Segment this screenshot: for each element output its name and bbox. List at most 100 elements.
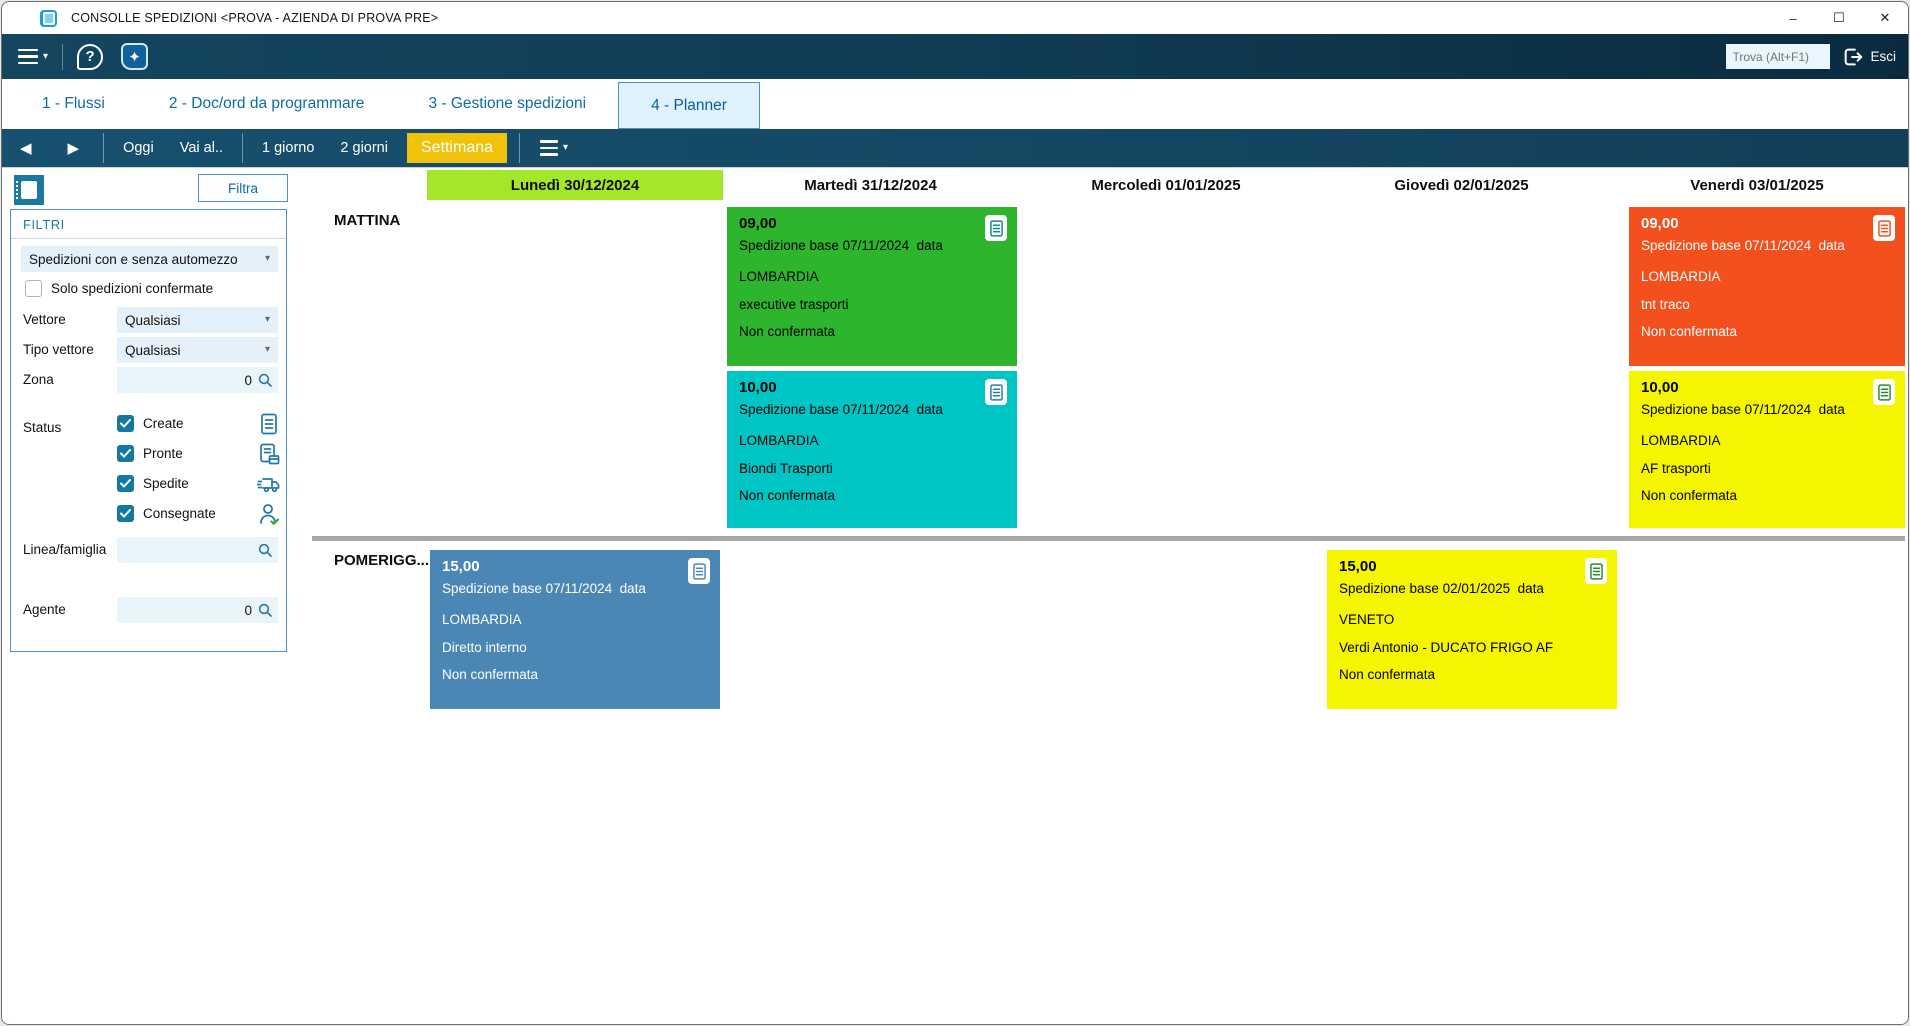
day-header-thursday[interactable]: Giovedì 02/01/2025	[1314, 170, 1609, 200]
checkbox-checked-icon	[117, 475, 134, 492]
day-header-monday[interactable]: Lunedì 30/12/2024	[427, 170, 723, 200]
divider	[11, 238, 286, 239]
card-time: 15,00	[442, 558, 480, 575]
document-icon	[1873, 215, 1895, 241]
shipment-card[interactable]: 10,00 Spedizione base 07/11/2024 data LO…	[727, 371, 1017, 528]
tipo-vettore-dropdown[interactable]: Qualsiasi ▾	[117, 337, 278, 363]
collapse-filter-panel-icon[interactable]	[14, 175, 44, 205]
card-status: Non confermata	[1641, 324, 1738, 339]
card-zone: LOMBARDIA	[739, 433, 819, 448]
exit-button[interactable]: Esci	[1842, 46, 1896, 68]
tab-flussi[interactable]: 1 - Flussi	[10, 79, 137, 129]
shipment-card[interactable]: 10,00 Spedizione base 07/11/2024 data LO…	[1629, 371, 1905, 528]
window-title: CONSOLLE SPEDIZIONI <PROVA - AZIENDA DI …	[71, 11, 439, 25]
tab-gestione-spedizioni[interactable]: 3 - Gestione spedizioni	[396, 79, 618, 129]
minimize-button[interactable]: –	[1770, 2, 1816, 34]
next-arrow-button[interactable]: ▶	[50, 139, 98, 157]
search-icon	[258, 373, 272, 387]
status-label: Status	[23, 420, 62, 435]
chevron-down-icon: ▾	[43, 50, 49, 62]
card-status: Non confermata	[1339, 667, 1436, 682]
close-button[interactable]: ✕	[1862, 2, 1908, 34]
linea-famiglia-input[interactable]	[117, 537, 278, 563]
maximize-button[interactable]: ☐	[1816, 2, 1862, 34]
status-create-checkbox[interactable]: Create	[117, 415, 184, 432]
status-consegnate-checkbox[interactable]: Consegnate	[117, 505, 216, 522]
zona-label: Zona	[23, 372, 54, 387]
tipo-vettore-label: Tipo vettore	[23, 342, 94, 357]
card-carrier: executive trasporti	[739, 297, 849, 312]
checkbox-checked-icon	[117, 445, 134, 462]
nav-options-menu-button[interactable]: ▾	[526, 140, 582, 156]
shipment-card[interactable]: 09,00 Spedizione base 07/11/2024 data LO…	[1629, 207, 1905, 366]
card-title: Spedizione base 07/11/2024 data	[739, 238, 943, 253]
exit-label: Esci	[1870, 49, 1896, 64]
toolbar-separator	[62, 43, 64, 70]
filter-panel-title: FILTRI	[23, 217, 65, 232]
card-carrier: tnt traco	[1641, 297, 1690, 312]
one-day-view-button[interactable]: 1 giorno	[249, 140, 327, 156]
document-icon	[985, 379, 1007, 405]
prev-arrow-button[interactable]: ◀	[2, 139, 50, 157]
search-icon	[258, 543, 272, 557]
tab-planner[interactable]: 4 - Planner	[618, 82, 760, 129]
card-time: 09,00	[739, 215, 777, 232]
agente-label: Agente	[23, 602, 66, 617]
find-input[interactable]	[1726, 44, 1831, 69]
document-box-icon	[260, 443, 280, 465]
nav-separator	[519, 133, 521, 163]
shipment-mode-dropdown[interactable]: Spedizioni con e senza automezzo ▾	[21, 246, 278, 272]
day-header-tuesday[interactable]: Martedì 31/12/2024	[723, 170, 1018, 200]
card-title: Spedizione base 02/01/2025 data	[1339, 581, 1544, 596]
document-icon	[261, 413, 277, 435]
person-check-icon	[260, 504, 280, 525]
status-pronte-checkbox[interactable]: Pronte	[117, 445, 183, 462]
main-menu-button[interactable]: ▾	[18, 48, 49, 65]
document-icon	[985, 215, 1007, 241]
today-button[interactable]: Oggi	[110, 140, 167, 156]
two-days-view-button[interactable]: 2 giorni	[327, 140, 401, 156]
document-icon	[688, 558, 710, 584]
day-header-wednesday[interactable]: Mercoledì 01/01/2025	[1018, 170, 1314, 200]
vettore-dropdown[interactable]: Qualsiasi ▾	[117, 307, 278, 333]
help-icon[interactable]: ?	[77, 43, 104, 70]
card-title: Spedizione base 07/11/2024 data	[1641, 402, 1845, 417]
card-status: Non confermata	[739, 324, 836, 339]
card-zone: LOMBARDIA	[739, 269, 819, 284]
confirmed-only-checkbox[interactable]: Solo spedizioni confermate	[25, 280, 213, 297]
card-title: Spedizione base 07/11/2024 data	[442, 581, 646, 596]
section-divider	[312, 536, 1905, 541]
filtra-button[interactable]: Filtra	[198, 174, 288, 202]
document-icon	[1585, 558, 1607, 584]
tab-bar: 1 - Flussi 2 - Doc/ord da programmare 3 …	[2, 79, 1908, 129]
card-time: 10,00	[1641, 379, 1679, 396]
truck-icon	[257, 478, 280, 493]
card-status: Non confermata	[442, 667, 539, 682]
shipment-card[interactable]: 15,00 Spedizione base 07/11/2024 data LO…	[430, 550, 720, 709]
card-zone: VENETO	[1339, 612, 1395, 627]
day-header-friday[interactable]: Venerdì 03/01/2025	[1609, 170, 1905, 200]
shipment-card[interactable]: 15,00 Spedizione base 02/01/2025 data VE…	[1327, 550, 1617, 709]
status-spedite-checkbox[interactable]: Spedite	[117, 475, 189, 492]
copilot-sparkle-icon[interactable]: ✦	[121, 43, 149, 70]
card-carrier: Diretto interno	[442, 640, 527, 655]
nav-separator	[242, 133, 243, 163]
card-status: Non confermata	[1641, 488, 1738, 503]
week-view-button[interactable]: Settimana	[406, 133, 508, 163]
row-label-morning: MATTINA	[334, 212, 401, 229]
hamburger-icon	[18, 48, 38, 65]
card-zone: LOMBARDIA	[1641, 269, 1721, 284]
agente-input[interactable]: 0	[117, 597, 278, 623]
filter-panel: FILTRI Spedizioni con e senza automezzo …	[10, 209, 287, 652]
app-window: CONSOLLE SPEDIZIONI <PROVA - AZIENDA DI …	[1, 1, 1909, 1025]
checkbox-checked-icon	[117, 505, 134, 522]
shipment-card[interactable]: 09,00 Spedizione base 07/11/2024 data LO…	[727, 207, 1017, 366]
nav-separator	[103, 133, 105, 163]
main-toolbar: ▾ ? ✦ Esci	[2, 34, 1908, 79]
card-zone: LOMBARDIA	[1641, 433, 1721, 448]
zona-input[interactable]: 0	[117, 367, 278, 393]
card-time: 15,00	[1339, 558, 1377, 575]
goto-date-button[interactable]: Vai al..	[167, 140, 236, 156]
tab-doc-ord-da-programmare[interactable]: 2 - Doc/ord da programmare	[137, 79, 397, 129]
app-logo-icon	[40, 9, 57, 27]
